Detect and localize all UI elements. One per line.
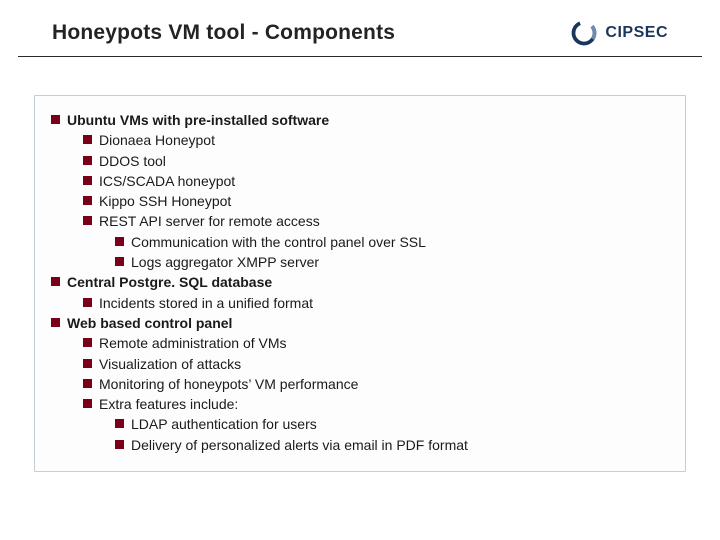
list-item: Monitoring of honeypots’ VM performance [83, 374, 669, 394]
list-item: DDOS tool [83, 151, 669, 171]
list-item: Dionaea Honeypot [83, 130, 669, 150]
list-label: Ubuntu VMs with pre-installed software [67, 112, 329, 128]
list-label: Dionaea Honeypot [99, 132, 215, 148]
list-item: Kippo SSH Honeypot [83, 191, 669, 211]
list-item: Remote administration of VMs [83, 333, 669, 353]
list-item: ICS/SCADA honeypot [83, 171, 669, 191]
list-label: REST API server for remote access [99, 213, 320, 229]
content-panel: Ubuntu VMs with pre-installed software D… [34, 95, 686, 472]
list-label: Incidents stored in a unified format [99, 295, 313, 311]
list-label: Monitoring of honeypots’ VM performance [99, 376, 358, 392]
brand-logo: CIPSEC [569, 18, 668, 48]
list-label: Remote administration of VMs [99, 335, 287, 351]
slide-header: Honeypots VM tool - Components CIPSEC [18, 0, 702, 57]
brand-logo-text: CIPSEC [605, 24, 668, 42]
list-item: Visualization of attacks [83, 354, 669, 374]
list-label: Communication with the control panel ove… [131, 234, 426, 250]
list-label: Delivery of personalized alerts via emai… [131, 437, 468, 453]
list-label: Logs aggregator XMPP server [131, 254, 319, 270]
slide-title: Honeypots VM tool - Components [52, 21, 395, 45]
list-label: Visualization of attacks [99, 356, 241, 372]
list-item: Communication with the control panel ove… [115, 232, 669, 252]
list-item: Incidents stored in a unified format [83, 293, 669, 313]
cipsec-logo-icon [569, 18, 599, 48]
list-label: Extra features include: [99, 396, 238, 412]
list-label: LDAP authentication for users [131, 416, 317, 432]
list-label: ICS/SCADA honeypot [99, 173, 235, 189]
list-label: Kippo SSH Honeypot [99, 193, 231, 209]
list-label: Central Postgre. SQL database [67, 274, 272, 290]
list-item: Extra features include: LDAP authenticat… [83, 394, 669, 455]
list-item: Web based control panel Remote administr… [51, 313, 669, 455]
outline-root: Ubuntu VMs with pre-installed software D… [51, 110, 669, 455]
list-item: Delivery of personalized alerts via emai… [115, 435, 669, 455]
list-item: Ubuntu VMs with pre-installed software D… [51, 110, 669, 272]
list-item: Central Postgre. SQL database Incidents … [51, 272, 669, 313]
list-item: Logs aggregator XMPP server [115, 252, 669, 272]
list-label: DDOS tool [99, 153, 166, 169]
list-item: LDAP authentication for users [115, 414, 669, 434]
list-label: Web based control panel [67, 315, 232, 331]
list-item: REST API server for remote access Commun… [83, 211, 669, 272]
